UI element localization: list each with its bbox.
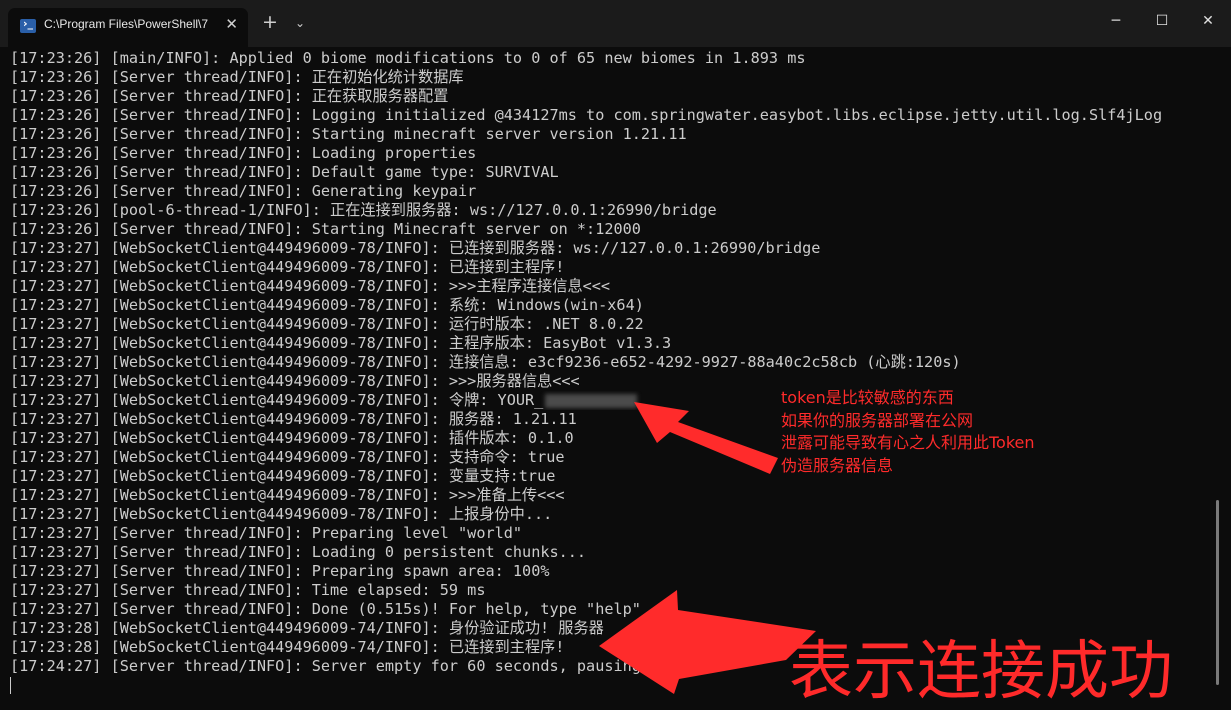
connection-success-note: 表示连接成功 — [789, 635, 1173, 709]
close-window-button[interactable]: ✕ — [1185, 0, 1231, 42]
note-line: 如果你的服务器部署在公网 — [781, 410, 974, 430]
token-warning-note: token是比较敏感的东西 如果你的服务器部署在公网 泄露可能导致有心之人利用此… — [781, 387, 1101, 477]
log-line: [17:23:26] [Server thread/INFO]: Startin… — [10, 220, 641, 238]
tab-title: C:\Program Files\PowerShell\7 — [44, 17, 209, 31]
log-line: [17:23:27] [WebSocketClient@449496009-78… — [10, 353, 961, 371]
minimize-button[interactable]: ─ — [1093, 0, 1139, 42]
log-line: [17:23:27] [Server thread/INFO]: Loading… — [10, 543, 587, 561]
chevron-down-icon[interactable]: ⌄ — [288, 11, 312, 35]
note-line: 泄露可能导致有心之人利用此Token — [781, 433, 1035, 452]
new-tab-button[interactable]: + — [258, 11, 282, 35]
log-line: [17:23:27] [WebSocketClient@449496009-78… — [10, 315, 644, 333]
log-line: [17:23:26] [Server thread/INFO]: Logging… — [10, 106, 1163, 124]
maximize-button[interactable]: ☐ — [1139, 0, 1185, 42]
log-line: [17:23:26] [Server thread/INFO]: Generat… — [10, 182, 477, 200]
log-line: [17:23:27] [Server thread/INFO]: Time el… — [10, 581, 486, 599]
log-line: [17:23:26] [Server thread/INFO]: 正在获取服务器… — [10, 87, 449, 105]
close-tab-icon[interactable]: ✕ — [225, 15, 238, 33]
token-log-text: [17:23:27] [WebSocketClient@449496009-78… — [10, 391, 544, 409]
log-line: [17:23:27] [WebSocketClient@449496009-78… — [10, 486, 565, 504]
powershell-icon: ›_ — [20, 17, 36, 33]
log-line: [17:23:27] [WebSocketClient@449496009-78… — [10, 334, 672, 352]
log-line: [17:23:26] [main/INFO]: Applied 0 biome … — [10, 49, 806, 67]
redacted-token — [545, 393, 638, 408]
log-line: [17:23:26] [Server thread/INFO]: Loading… — [10, 144, 477, 162]
terminal-output[interactable]: [17:23:26] [main/INFO]: Applied 0 biome … — [10, 49, 1205, 689]
log-line: [17:23:27] [Server thread/INFO]: Prepari… — [10, 524, 523, 542]
log-line: [17:23:27] [WebSocketClient@449496009-78… — [10, 239, 821, 257]
log-line: [17:23:27] [Server thread/INFO]: Prepari… — [10, 562, 550, 580]
log-line: [17:23:27] [WebSocketClient@449496009-78… — [10, 505, 553, 523]
log-line: [17:23:26] [pool-6-thread-1/INFO]: 正在连接到… — [10, 201, 717, 219]
text-cursor — [10, 677, 11, 694]
log-line: [17:23:26] [Server thread/INFO]: 正在初始化统计… — [10, 68, 464, 86]
terminal-tab[interactable]: ›_ C:\Program Files\PowerShell\7 ✕ — [8, 8, 248, 47]
log-line: [17:23:26] [Server thread/INFO]: Startin… — [10, 125, 687, 143]
log-line: [17:23:27] [Server thread/INFO]: Done (0… — [10, 600, 641, 618]
log-line: [17:23:27] [WebSocketClient@449496009-78… — [10, 277, 611, 295]
log-line: [17:23:27] [WebSocketClient@449496009-78… — [10, 258, 565, 276]
log-line: [17:23:26] [Server thread/INFO]: Default… — [10, 163, 559, 181]
note-line: 伪造服务器信息 — [781, 455, 894, 475]
scrollbar[interactable] — [1216, 500, 1219, 685]
title-bar: ›_ C:\Program Files\PowerShell\7 ✕ + ⌄ ─… — [0, 0, 1231, 47]
log-line: [17:23:27] [WebSocketClient@449496009-78… — [10, 296, 644, 314]
note-line: token是比较敏感的东西 — [781, 388, 954, 407]
